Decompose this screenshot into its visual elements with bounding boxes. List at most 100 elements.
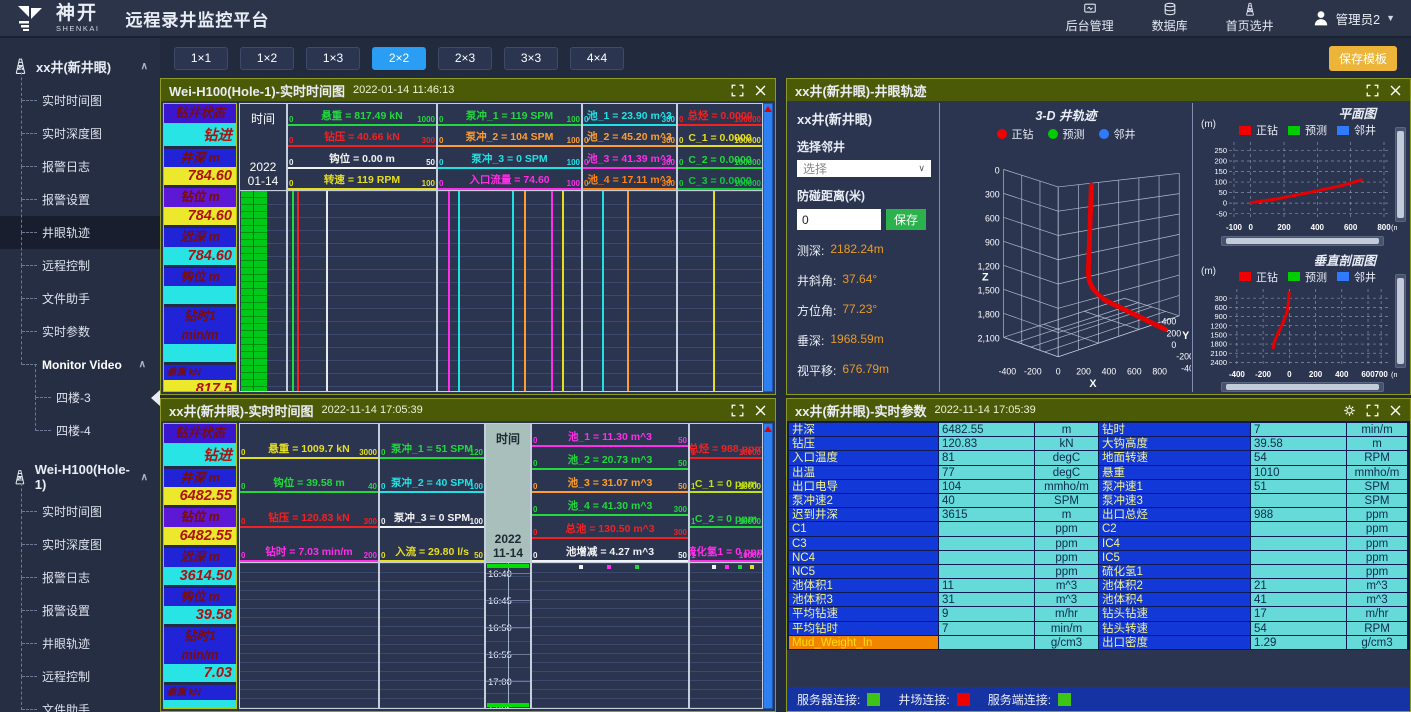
neighbor-select[interactable]: 选择∨ — [797, 160, 931, 177]
track-chart-area[interactable] — [677, 191, 763, 392]
sidebar-subitem[interactable]: 四楼-3 — [0, 381, 160, 414]
param-label-cell: C2 — [1099, 522, 1251, 536]
svg-text:1500: 1500 — [1210, 330, 1227, 339]
admin-icon — [1082, 2, 1098, 16]
distance-input[interactable] — [797, 209, 881, 230]
gear-icon[interactable] — [1343, 404, 1356, 417]
save-distance-button[interactable]: 保存 — [886, 209, 926, 230]
curve-label: 0泵冲_2 = 104 SPM100 — [438, 126, 581, 148]
time-label: 时间 — [251, 110, 275, 127]
svg-text:-200: -200 — [1255, 370, 1272, 379]
sidebar-item[interactable]: 井眼轨迹 — [0, 216, 160, 249]
plan-view-vertical-scrollbar[interactable] — [1395, 127, 1406, 222]
sidebar-item-label: 文件助手 — [42, 290, 90, 307]
curve-scale-max: 10000 — [739, 482, 761, 491]
param-value-cell: 21 — [1251, 579, 1347, 593]
param-box: 井深 m784.60 — [164, 149, 236, 186]
time-chart-area[interactable] — [239, 191, 287, 392]
chart-scrollbar[interactable] — [763, 423, 773, 709]
close-icon[interactable] — [754, 84, 767, 97]
curve-text: 泵冲_1 = 51 SPM — [391, 441, 473, 456]
time-tick-label: 16:45 — [488, 596, 512, 607]
sidebar-item[interactable]: Monitor Video∧ — [0, 348, 160, 381]
track-chart-area[interactable] — [379, 563, 485, 709]
sidebar-item[interactable]: 远程控制 — [0, 249, 160, 282]
param-label-cell: 钻压 — [789, 437, 939, 451]
time-chart-area[interactable]: 16:4016:4516:5016:5517:0017:05 — [485, 563, 531, 709]
legend-marker — [1239, 126, 1251, 135]
expand-icon[interactable] — [1366, 84, 1379, 97]
sidebar-item[interactable]: 实时深度图 — [0, 117, 160, 150]
scroll-up-arrow[interactable] — [764, 426, 772, 432]
track-chart-area[interactable] — [582, 191, 677, 392]
close-icon[interactable] — [754, 404, 767, 417]
track-chart-area[interactable] — [689, 563, 763, 709]
sidebar-item[interactable]: 井眼轨迹 — [0, 627, 160, 660]
vertical-section-view-plot[interactable]: 30060090012001500180021002400-400-200020… — [1199, 285, 1397, 381]
sidebar-item[interactable]: 报警日志 — [0, 150, 160, 183]
sidebar-item[interactable]: 文件助手 — [0, 693, 160, 712]
sidebar-item[interactable]: 实时深度图 — [0, 528, 160, 561]
track-chart-area[interactable] — [437, 191, 582, 392]
param-box: 迟深 m784.60 — [164, 228, 236, 265]
expand-icon[interactable] — [731, 404, 744, 417]
vertical-section-view-vertical-scrollbar[interactable] — [1395, 274, 1406, 369]
curve-label: 0转速 = 119 RPM100 — [288, 169, 436, 191]
track-chart-area[interactable] — [239, 563, 379, 709]
close-icon[interactable] — [1389, 84, 1402, 97]
chart-scrollbar[interactable] — [763, 103, 773, 392]
svg-text:2100: 2100 — [1210, 348, 1227, 357]
layout-button-1x2[interactable]: 1×2 — [240, 47, 294, 70]
menu-item-label: 首页选井 — [1226, 17, 1274, 34]
sidebar-collapse-handle[interactable] — [151, 390, 160, 406]
trajectory-3d-plot[interactable]: 03006009001,2001,5001,8002,100Z-400-2000… — [941, 144, 1191, 390]
plan-view-horizontal-scrollbar[interactable] — [1221, 236, 1384, 246]
track-chart-area[interactable] — [531, 563, 689, 709]
curve-scale-min: 0 — [439, 158, 443, 167]
sidebar-item[interactable]: 实时参数 — [0, 315, 160, 348]
expand-icon[interactable] — [1366, 404, 1379, 417]
close-icon[interactable] — [1389, 404, 1402, 417]
legend-marker — [1337, 126, 1349, 135]
sidebar-item[interactable]: 报警设置 — [0, 183, 160, 216]
scroll-up-arrow[interactable] — [764, 106, 772, 112]
sidebar-item[interactable]: 文件助手 — [0, 282, 160, 315]
param-value-cell: 54 — [1251, 451, 1347, 465]
sidebar-well-1[interactable]: Wei-H100(Hole-1)∧ — [0, 459, 160, 495]
sidebar-well-0[interactable]: xx井(新井眼)∧ — [0, 48, 160, 84]
plan-view-plot[interactable]: 250200150100500-50-1000200400600800(m — [1199, 138, 1397, 234]
curve-scale-max: 40 — [368, 482, 377, 491]
layout-button-3x3[interactable]: 3×3 — [504, 47, 558, 70]
track-chart-area[interactable] — [287, 191, 437, 392]
save-template-button[interactable]: 保存模板 — [1329, 46, 1397, 71]
sidebar-item[interactable]: 远程控制 — [0, 660, 160, 693]
vertical-section-view-header: 垂直剖面图正钻预测邻井 — [1197, 250, 1406, 285]
layout-button-1x3[interactable]: 1×3 — [306, 47, 360, 70]
menu-item-well-select[interactable]: 首页选井 — [1226, 2, 1274, 34]
panel-bl: xx井(新井眼)-实时时间图2022-11-14 17:05:39钻井状态钻进井… — [160, 398, 776, 712]
curve-label: 0总池 = 130.50 m^3300 — [532, 516, 688, 539]
menu-item-database[interactable]: 数据库 — [1152, 2, 1188, 34]
param-box: 井深 m6482.55 — [164, 469, 236, 506]
user-menu[interactable]: 管理员2▼ — [1312, 9, 1395, 28]
layout-button-4x4[interactable]: 4×4 — [570, 47, 624, 70]
sidebar-subitem[interactable]: 四楼-4 — [0, 414, 160, 447]
sidebar-item[interactable]: 实时时间图 — [0, 495, 160, 528]
expand-icon[interactable] — [731, 84, 744, 97]
curve-text: 入流 = 29.80 l/s — [395, 544, 469, 559]
param-value-cell — [1251, 494, 1347, 508]
layout-button-2x2[interactable]: 2×2 — [372, 47, 426, 70]
curve-scale-min: 0 — [289, 179, 293, 188]
curve-scale-max: 100 — [567, 136, 580, 145]
param-value-cell: 120.83 — [939, 437, 1035, 451]
trajectory-stat: 垂深:1968.59m — [797, 332, 931, 349]
sidebar-item[interactable]: 实时时间图 — [0, 84, 160, 117]
connection-label: 服务器连接: — [797, 691, 860, 708]
menu-item-admin[interactable]: 后台管理 — [1066, 2, 1114, 34]
layout-button-2x3[interactable]: 2×3 — [438, 47, 492, 70]
sidebar-item[interactable]: 报警日志 — [0, 561, 160, 594]
layout-button-1x1[interactable]: 1×1 — [174, 47, 228, 70]
svg-text:700: 700 — [1374, 370, 1388, 379]
vertical-section-view-horizontal-scrollbar[interactable] — [1221, 382, 1384, 392]
sidebar-item[interactable]: 报警设置 — [0, 594, 160, 627]
